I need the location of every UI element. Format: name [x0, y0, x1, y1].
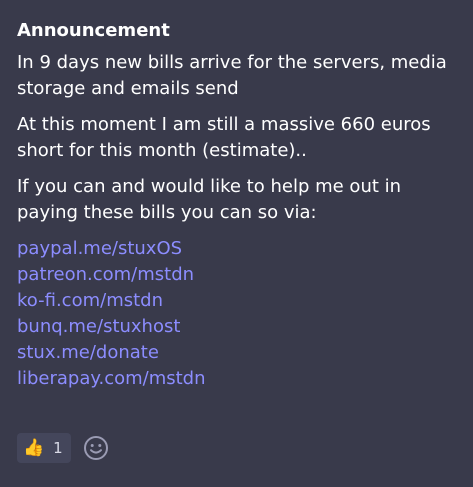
reactions-bar: 👍 1	[17, 433, 109, 463]
reaction-count: 1	[53, 439, 63, 457]
post-paragraph: If you can and would like to help me out…	[17, 176, 402, 223]
smiley-face-icon[interactable]	[83, 435, 109, 461]
donation-links: paypal.me/stuxOS patreon.com/mstdn ko-fi…	[17, 236, 462, 392]
link-patreon[interactable]: patreon.com/mstdn	[17, 262, 462, 288]
post-title: Announcement	[17, 20, 170, 41]
post-paragraph: In 9 days new bills arrive for the serve…	[17, 52, 447, 99]
post-content: Announcement In 9 days new bills arrive …	[17, 18, 462, 392]
reaction-thumbs-up[interactable]: 👍 1	[17, 433, 71, 463]
post-paragraph: At this moment I am still a massive 660 …	[17, 114, 431, 161]
link-liberapay[interactable]: liberapay.com/mstdn	[17, 366, 462, 392]
link-paypal[interactable]: paypal.me/stuxOS	[17, 236, 462, 262]
link-kofi[interactable]: ko-fi.com/mstdn	[17, 288, 462, 314]
link-stux-donate[interactable]: stux.me/donate	[17, 340, 462, 366]
thumbs-up-icon: 👍	[23, 438, 45, 458]
link-bunq[interactable]: bunq.me/stuxhost	[17, 314, 462, 340]
